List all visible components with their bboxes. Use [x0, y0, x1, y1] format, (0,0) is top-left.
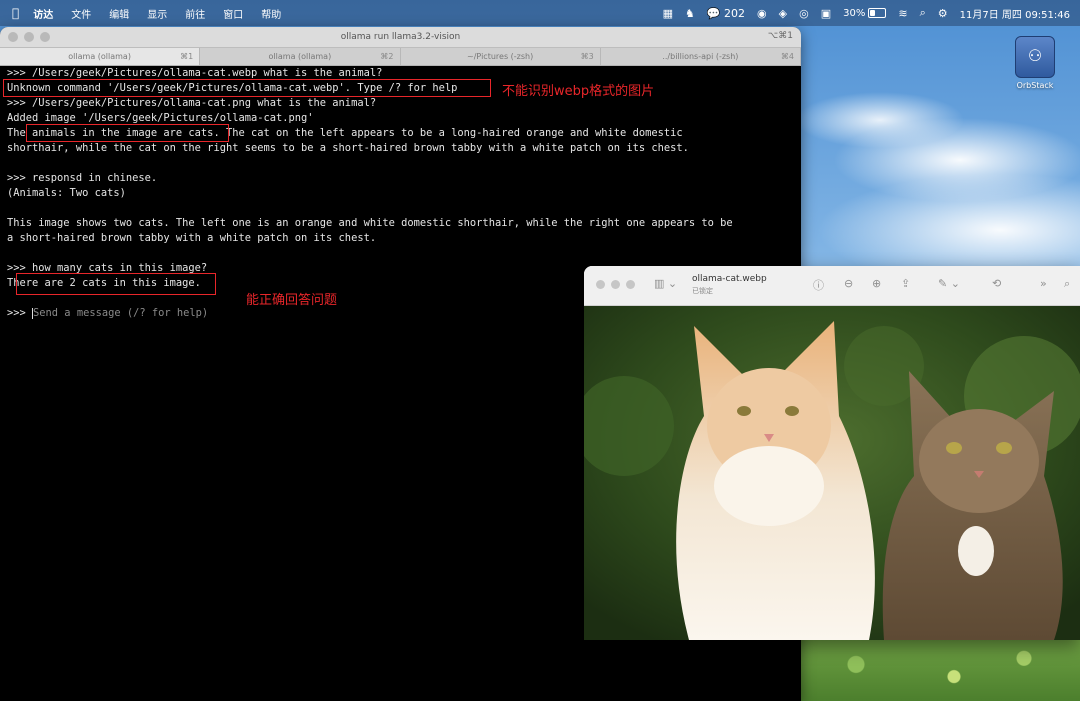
cat-photo — [584, 306, 1080, 640]
rotate-icon[interactable]: ⟲ — [992, 277, 1001, 290]
terminal-titlebar[interactable]: ollama run llama3.2-vision ⌥⌘1 — [0, 27, 801, 47]
cat-menu-icon[interactable]: ♞ — [685, 7, 695, 20]
menu-window[interactable]: 窗口 — [223, 6, 243, 21]
tab-3[interactable]: ~/Pictures (-zsh) ⌘3 — [401, 48, 601, 65]
tab-label: ollama (ollama) — [268, 52, 332, 61]
menu-view[interactable]: 显示 — [147, 6, 167, 21]
wechat-icon[interactable]: 💬 202 — [707, 7, 745, 20]
window-controls — [596, 280, 635, 289]
tab-2[interactable]: ollama (ollama) ⌘2 — [200, 48, 401, 65]
window-shortcut: ⌥⌘1 — [767, 31, 793, 41]
control-center-icon[interactable]: ⚙ — [938, 7, 948, 20]
menu-file[interactable]: 文件 — [71, 6, 91, 21]
output-line: >>> responsd in chinese. — [7, 172, 158, 184]
info-icon[interactable]: ⓘ — [813, 277, 824, 293]
zoom-out-icon[interactable]: ⊖ — [844, 277, 853, 290]
grid-app-icon[interactable]: ▦ — [663, 7, 673, 20]
tab-label: ~/Pictures (-zsh) — [467, 52, 534, 61]
search-icon[interactable]: ⌕ — [1064, 277, 1070, 291]
preview-window: ▥ ⌄ ollama-cat.webp 已锁定 ⓘ ⊖ ⊕ ⇪ ✎ ⌄ ⟲ » … — [584, 266, 1080, 640]
output-line: shorthair, while the cat on the right se… — [7, 142, 689, 154]
tab-shortcut: ⌘1 — [180, 52, 194, 61]
battery-fill — [870, 10, 875, 16]
markup-icon[interactable]: ✎ ⌄ — [938, 277, 960, 290]
preview-lock-status: 已锁定 — [692, 287, 713, 295]
menu-finder[interactable]: 访达 — [33, 6, 53, 21]
zoom-button[interactable] — [626, 280, 635, 289]
drive-icon: ⚇ — [1015, 36, 1055, 78]
wallpaper-foliage — [800, 640, 1080, 701]
record-icon[interactable]: ◉ — [757, 7, 767, 20]
preview-filename: ollama-cat.webp — [692, 274, 767, 284]
annotation-box-answer — [16, 273, 216, 295]
tab-1[interactable]: ollama (ollama) ⌘1 — [0, 48, 201, 65]
battery-icon — [868, 8, 887, 18]
wifi-icon[interactable]: ≋ — [898, 7, 907, 20]
output-line: This image shows two cats. The left one … — [7, 217, 733, 229]
menu-go[interactable]: 前往 — [185, 6, 205, 21]
zoom-in-icon[interactable]: ⊕ — [872, 277, 881, 290]
apple-menu-icon[interactable]:  — [12, 6, 19, 20]
input-method-icon[interactable]: ▣ — [821, 7, 831, 20]
close-button[interactable] — [596, 280, 605, 289]
menu-help[interactable]: 帮助 — [261, 6, 281, 21]
annotation-webp-note: 不能识别webp格式的图片 — [502, 84, 655, 99]
tab-label: ../billions-api (-zsh) — [662, 52, 739, 61]
wechat-count: 202 — [724, 6, 746, 20]
minimize-button[interactable] — [24, 32, 34, 42]
annotation-box-animals — [26, 124, 229, 142]
terminal-title: ollama run llama3.2-vision — [340, 32, 461, 42]
desktop-icon-label: OrbStack — [1016, 81, 1054, 90]
prompt-marker: >>> — [7, 307, 33, 319]
share-icon[interactable]: ⇪ — [901, 277, 910, 290]
output-line: >>> /Users/geek/Pictures/ollama-cat.png … — [7, 97, 377, 109]
minimize-button[interactable] — [611, 280, 620, 289]
battery-indicator[interactable]: 30% — [843, 7, 887, 19]
output-line: (Animals: Two cats) — [7, 187, 126, 199]
annotation-answer-note: 能正确回答问题 — [246, 293, 338, 308]
user-icon[interactable]: ◎ — [799, 7, 809, 20]
menu-bar:  访达 文件 编辑 显示 前往 窗口 帮助 ▦ ♞ 💬 202 ◉ ◈ ◎ ▣… — [0, 0, 1080, 26]
message-input-placeholder: Send a message (/? for help) — [33, 307, 209, 319]
battery-percent: 30% — [843, 7, 866, 19]
tab-label: ollama (ollama) — [68, 52, 131, 61]
tab-shortcut: ⌘4 — [780, 52, 794, 61]
close-button[interactable] — [8, 32, 18, 42]
zoom-button[interactable] — [40, 32, 50, 42]
more-tools-icon[interactable]: » — [1040, 277, 1047, 290]
sidebar-toggle-icon[interactable]: ▥ ⌄ — [654, 277, 677, 290]
window-controls — [8, 32, 50, 42]
tab-shortcut: ⌘2 — [380, 52, 394, 61]
desktop-icon-orbstack[interactable]: ⚇ OrbStack — [1010, 36, 1060, 90]
shield-icon[interactable]: ◈ — [779, 7, 787, 20]
preview-toolbar[interactable]: ▥ ⌄ ollama-cat.webp 已锁定 ⓘ ⊖ ⊕ ⇪ ✎ ⌄ ⟲ » … — [584, 266, 1080, 306]
terminal-tabbar: ollama (ollama) ⌘1 ollama (ollama) ⌘2 ~/Pi… — [0, 47, 801, 66]
annotation-box-webp — [3, 79, 491, 97]
menu-edit[interactable]: 编辑 — [109, 6, 129, 21]
search-icon[interactable]: ⌕ — [920, 6, 926, 20]
tab-4[interactable]: ../billions-api (-zsh) ⌘4 — [601, 48, 801, 65]
output-line: a short-haired brown tabby with a white … — [7, 232, 377, 244]
tab-shortcut: ⌘3 — [580, 52, 594, 61]
menu-clock[interactable]: 11月7日 周四 09:51:46 — [960, 6, 1070, 21]
